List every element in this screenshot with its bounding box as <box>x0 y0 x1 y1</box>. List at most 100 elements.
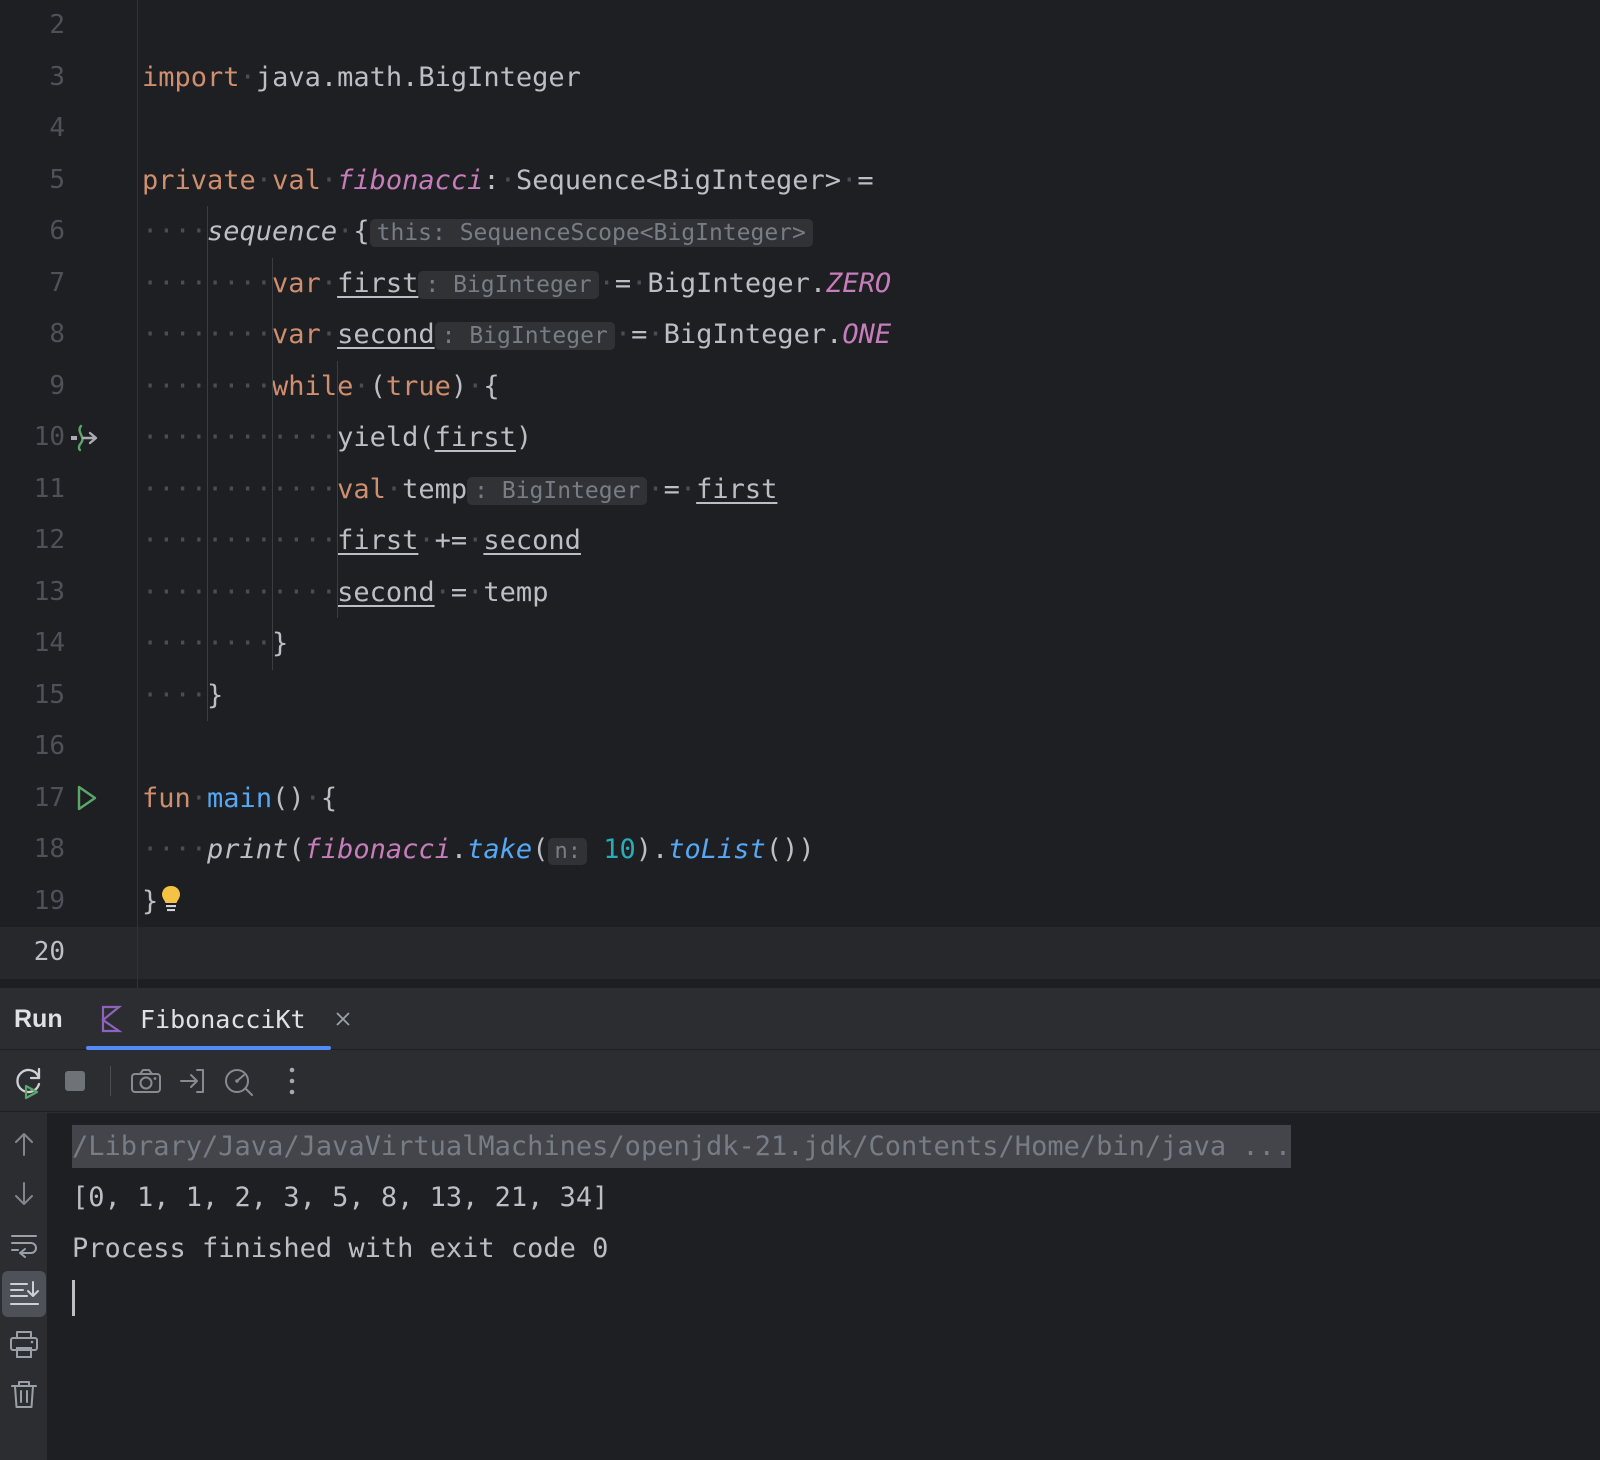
editor-line[interactable]: 17 fun·main()·{ <box>0 773 1600 825</box>
console-side-toolbar <box>0 1113 48 1460</box>
code-token: · <box>320 267 338 299</box>
more-vertical-icon[interactable] <box>269 1058 315 1104</box>
editor-line[interactable]: 10 ············yield(first) <box>0 412 1600 464</box>
import-icon[interactable] <box>169 1058 215 1104</box>
editor-line[interactable]: 4 <box>0 103 1600 155</box>
arrow-down-icon[interactable] <box>2 1171 46 1217</box>
stop-button[interactable] <box>52 1058 98 1104</box>
editor-line[interactable]: 20 <box>0 927 1600 979</box>
console-output[interactable]: /Library/Java/JavaVirtualMachines/openjd… <box>48 1113 1600 1460</box>
trash-icon[interactable] <box>2 1371 46 1417</box>
line-number: 13 <box>33 576 65 607</box>
tab-fibonaccikt[interactable]: FibonacciKt <box>84 988 370 1050</box>
code-token: · <box>353 370 370 402</box>
code-token: ············ <box>142 422 338 453</box>
code-token: val <box>337 473 386 505</box>
editor-line[interactable]: 7 ········var·first: BigInteger ·=·BigInte… <box>0 258 1600 310</box>
code-token: ( <box>369 370 386 402</box>
close-icon[interactable] <box>330 1006 356 1032</box>
gutter-icon-slot <box>68 618 102 670</box>
scroll-to-end-icon[interactable] <box>1 1271 46 1317</box>
code-token: () <box>272 782 305 814</box>
run-gutter-icon[interactable] <box>68 781 102 815</box>
gutter-icon-slot <box>68 515 102 567</box>
editor-line[interactable]: 15 ····} <box>0 670 1600 722</box>
code-token: { <box>483 370 500 402</box>
line-number: 8 <box>49 319 65 349</box>
line-content: fun·main()·{ <box>142 773 337 825</box>
line-content: private·val·fibonacci:·Sequence<BigInteg… <box>142 155 874 207</box>
editor-line[interactable]: 12 ············first·+=·second <box>0 515 1600 567</box>
code-token: · <box>598 267 615 299</box>
code-token: var <box>272 319 321 350</box>
line-number: 14 <box>33 628 65 658</box>
code-token: ···· <box>142 679 208 711</box>
editor-line[interactable]: 8 ········var·second: BigInteger ·=·BigInt… <box>0 309 1600 361</box>
intention-bulb-icon[interactable] <box>158 884 184 914</box>
editor-line[interactable]: 18 ····print(fibonacci.take(n: 10).toList… <box>0 824 1600 876</box>
line-number: 20 <box>33 937 65 967</box>
soft-wrap-icon[interactable] <box>2 1221 46 1267</box>
code-token: private <box>142 164 256 196</box>
editor-line[interactable]: 14 ········} <box>0 618 1600 670</box>
line-number: 19 <box>33 885 65 916</box>
code-token: ············ <box>142 576 338 608</box>
line-content: ····print(fibonacci.take(n: 10).toList()… <box>142 824 815 876</box>
editor-lines: 2 3 import·java.math.BigInteger 4 5 private·v… <box>0 0 1600 979</box>
gutter-icon-slot <box>68 567 102 619</box>
code-token: BigInteger. <box>663 319 843 350</box>
code-token: sequence <box>207 216 338 247</box>
editor-line[interactable]: 2 <box>0 0 1600 52</box>
editor-line[interactable]: 11 ············val·temp: BigInteger ·=·fir… <box>0 464 1600 516</box>
gutter-icon-slot <box>68 824 102 876</box>
code-token: · <box>385 473 403 505</box>
code-token: ZERO <box>826 267 892 299</box>
code-token: = <box>614 267 632 299</box>
code-token: · <box>631 267 648 299</box>
suspend-call-icon[interactable] <box>68 421 102 455</box>
printer-icon[interactable] <box>2 1321 46 1367</box>
code-token: . <box>450 834 468 865</box>
code-token: ONE <box>842 319 892 350</box>
run-toolbar <box>0 1050 1600 1112</box>
editor-line[interactable]: 16 <box>0 721 1600 773</box>
code-token: · <box>434 576 451 608</box>
code-token: { <box>320 782 338 814</box>
code-token: n: <box>548 838 587 865</box>
code-token: java.math.BigInteger <box>255 61 581 93</box>
run-tool-window-title: Run <box>14 1005 63 1033</box>
toolbar-divider <box>110 1065 111 1096</box>
code-token: ···· <box>142 834 208 865</box>
camera-icon[interactable] <box>123 1058 169 1104</box>
code-token: += <box>434 525 468 556</box>
code-token: ) <box>515 422 533 453</box>
arrow-up-icon[interactable] <box>2 1121 46 1167</box>
tab-label: FibonacciKt <box>140 1004 306 1034</box>
ide-window: 2 3 import·java.math.BigInteger 4 5 private·v… <box>0 0 1600 1460</box>
code-token: val <box>272 164 321 196</box>
editor-line[interactable]: 5 private·val·fibonacci:·Sequence<BigInte… <box>0 155 1600 207</box>
code-token: · <box>647 319 664 350</box>
code-token: : <box>483 164 500 196</box>
editor-line[interactable]: 3 import·java.math.BigInteger <box>0 52 1600 104</box>
console-caret <box>72 1280 75 1316</box>
editor-line[interactable]: 13 ············second·=·temp <box>0 567 1600 619</box>
code-token: yield( <box>337 422 435 453</box>
editor-line[interactable]: 6 ····sequence·{this: SequenceScope<BigIn… <box>0 206 1600 258</box>
gauge-icon[interactable] <box>215 1058 261 1104</box>
gutter-separator <box>137 0 138 988</box>
line-content: ········var·first: BigInteger ·=·BigInteg… <box>142 258 891 310</box>
line-number: 10 <box>33 422 65 452</box>
code-token: · <box>467 576 484 608</box>
line-number: 15 <box>33 679 65 710</box>
code-token: first <box>696 473 778 505</box>
code-token: temp <box>402 473 468 505</box>
editor-line[interactable]: 19} <box>0 876 1600 928</box>
gutter-icon-slot <box>68 206 102 258</box>
code-editor[interactable]: 2 3 import·java.math.BigInteger 4 5 private·v… <box>0 0 1600 988</box>
editor-line[interactable]: 9 ········while·(true)·{ <box>0 361 1600 413</box>
code-token: · <box>614 319 632 350</box>
code-token: } <box>272 628 289 659</box>
rerun-button[interactable] <box>6 1058 52 1104</box>
run-tab-bar: Run FibonacciKt <box>0 988 1600 1050</box>
